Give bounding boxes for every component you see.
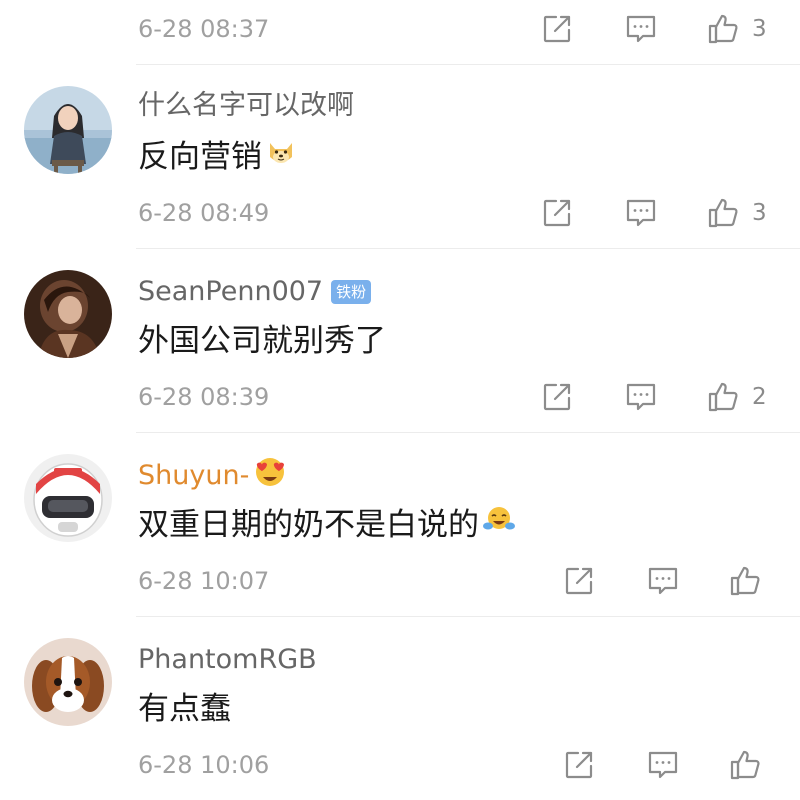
comment-text-content: 反向营销 <box>138 139 262 175</box>
username-text: SeanPenn007 <box>138 276 324 307</box>
repost-icon[interactable] <box>540 380 574 414</box>
username[interactable]: SeanPenn007 铁粉 <box>138 274 372 310</box>
comment-text: 有点蠢 <box>138 688 231 730</box>
comment-feed: 6-28 08:37 3 什么名字可以改啊 反向营销 6-28 08:49 3 … <box>0 0 800 800</box>
avatar[interactable] <box>24 638 112 726</box>
repost-icon[interactable] <box>562 564 596 598</box>
comment-icon[interactable] <box>624 12 658 46</box>
doge-emoji <box>266 136 296 178</box>
divider <box>136 248 800 249</box>
divider <box>136 64 800 65</box>
repost-icon[interactable] <box>562 748 596 782</box>
heart-eyes-emoji <box>253 454 287 498</box>
like-count: 3 <box>752 200 767 226</box>
thumbs-up-icon[interactable] <box>706 380 740 414</box>
laugh-cry-emoji <box>483 504 515 547</box>
comment-time: 6-28 08:49 <box>138 199 270 227</box>
username-text: PhantomRGB <box>138 644 317 675</box>
username[interactable]: Shuyun- <box>138 458 287 494</box>
repost-icon[interactable] <box>540 12 574 46</box>
comment-time: 6-28 10:07 <box>138 567 270 595</box>
repost-icon[interactable] <box>540 196 574 230</box>
comment-icon[interactable] <box>624 196 658 230</box>
username-text: Shuyun- <box>138 460 250 491</box>
comment-text: 反向营销 <box>138 136 296 178</box>
like-count: 3 <box>752 16 767 42</box>
thumbs-up-icon[interactable] <box>706 12 740 46</box>
comment-text-content: 双重日期的奶不是白说的 <box>138 507 479 543</box>
comment-time: 6-28 10:06 <box>138 751 270 779</box>
avatar[interactable] <box>24 270 112 358</box>
thumbs-up-icon[interactable] <box>728 748 762 782</box>
comment-time: 6-28 08:39 <box>138 383 270 411</box>
comment-icon[interactable] <box>646 748 680 782</box>
comment-text-content: 有点蠢 <box>138 691 231 727</box>
username[interactable]: PhantomRGB <box>138 642 317 678</box>
thumbs-up-icon[interactable] <box>706 196 740 230</box>
divider <box>136 432 800 433</box>
comment-time: 6-28 08:37 <box>138 15 270 43</box>
comment-text-content: 外国公司就别秀了 <box>138 323 386 359</box>
like-count: 2 <box>752 384 767 410</box>
comment-text: 外国公司就别秀了 <box>138 320 386 362</box>
avatar[interactable] <box>24 86 112 174</box>
username[interactable]: 什么名字可以改啊 <box>138 88 354 124</box>
comment-icon[interactable] <box>646 564 680 598</box>
thumbs-up-icon[interactable] <box>728 564 762 598</box>
fan-badge: 铁粉 <box>331 280 372 304</box>
comment-icon[interactable] <box>624 380 658 414</box>
username-text: 什么名字可以改啊 <box>138 90 354 121</box>
divider <box>136 616 800 617</box>
comment-text: 双重日期的奶不是白说的 <box>138 504 515 546</box>
avatar[interactable] <box>24 454 112 542</box>
